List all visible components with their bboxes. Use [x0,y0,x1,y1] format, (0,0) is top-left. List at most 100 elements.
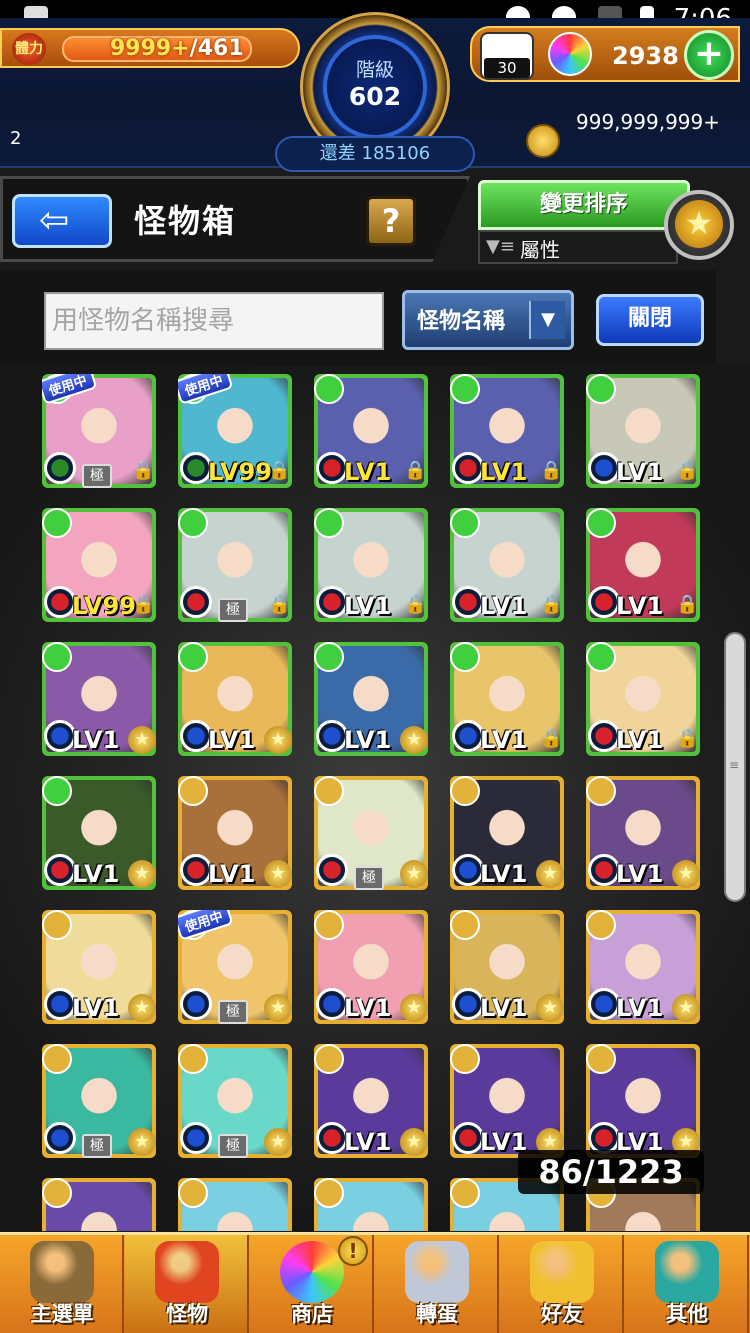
exp-remaining: 還差 185106 [275,136,475,172]
attribute-orb-icon [180,988,212,1020]
element-badge-icon [314,642,344,672]
level-label: LV1 [72,726,120,754]
monster-card[interactable]: LV1 ★ [42,910,156,1024]
monster-card[interactable]: LV1 ★ [314,910,428,1024]
nav-label: 轉蛋 [416,1302,458,1326]
monster-card[interactable]: LV1 ★ [178,776,292,890]
element-badge-icon [314,1178,344,1208]
grid-scrollbar[interactable]: ≡ [724,632,746,902]
monster-card[interactable]: LV1 🔒 [314,374,428,488]
element-badge-icon [42,1178,72,1208]
level-label: LV1 [208,726,256,754]
level-label: LV1 [72,994,120,1022]
monster-card[interactable] [42,1178,156,1231]
help-button[interactable]: ? [366,196,416,246]
monster-card[interactable]: LV1 🔒 [586,374,700,488]
monster-card[interactable]: LV1 ★ [42,642,156,756]
element-badge-icon [586,910,616,940]
nav-item[interactable]: 好友 [500,1235,624,1333]
level-label: LV1 [344,592,392,620]
element-badge-icon [586,642,616,672]
star-badge-icon: ★ [672,994,700,1022]
filter-dropdown[interactable]: ▼≡ 屬性 [478,230,678,264]
nav-item[interactable]: 主選單 [0,1235,124,1333]
nav-label: 主選單 [30,1302,94,1326]
small-orb-count: 30 [484,58,530,78]
change-sort-button[interactable]: 變更排序 [478,180,690,230]
monster-card[interactable]: LV1 ★ [586,910,700,1024]
monster-card[interactable]: LV1 ★ [450,910,564,1024]
orb-panel[interactable]: 30 2938 + [470,26,740,82]
level-label: LV1 [616,860,664,888]
orb-icon [280,1241,344,1303]
coin-count: 999,999,999+ [576,110,720,134]
lock-icon: 🔒 [676,460,699,481]
level-label: LV99 [72,592,136,620]
star-badge-icon: ★ [128,726,156,754]
monster-card[interactable]: LV99 🔒 [42,508,156,622]
search-type-select[interactable]: 怪物名稱 ▼ [402,290,574,350]
attribute-orb-icon [316,854,348,886]
lock-icon: 🔒 [540,460,563,481]
monster-grid: 極 🔒 使用中 LV99 🔒 使用中 LV1 🔒 LV1 🔒 LV1 🔒 LV99 🔒 極 🔒 LV1 🔒 LV1 🔒… [0,366,750,1231]
monster-card[interactable]: LV1 🔒 [450,508,564,622]
nav-item[interactable]: 其他 [625,1235,749,1333]
element-badge-icon [586,508,616,538]
favorite-star-button[interactable]: ★ [664,190,734,260]
lock-icon: 🔒 [676,594,699,615]
star-badge-icon: ★ [400,860,428,888]
element-badge-icon [314,776,344,806]
monster-card[interactable]: 極 🔒 使用中 [42,374,156,488]
monster-card[interactable]: LV1 🔒 [450,642,564,756]
star-badge-icon: ★ [264,1128,292,1156]
nav-item[interactable]: 怪物 [125,1235,249,1333]
monster-card[interactable]: LV1 ★ [178,642,292,756]
monster-card[interactable] [178,1178,292,1231]
monster-card[interactable]: LV1 🔒 [450,374,564,488]
star-icon: ★ [675,200,723,248]
level-label: LV1 [344,458,392,486]
monster-card[interactable]: LV1 🔒 [586,642,700,756]
stamina-bar[interactable]: 體力 9999+/461 [0,28,300,68]
star-badge-icon: ★ [264,994,292,1022]
left-indicator-number: 2 [10,128,22,149]
castle-icon [30,1241,94,1303]
lock-icon: 🔒 [540,728,563,749]
monster-card[interactable]: 極 ★ 使用中 [178,910,292,1024]
element-badge-icon [178,642,208,672]
monster-card[interactable]: LV1 ★ [314,642,428,756]
attribute-orb-icon [44,1122,76,1154]
element-badge-icon [450,910,480,940]
nav-label: 怪物 [166,1302,208,1326]
chevron-down-icon: ▼ [529,301,565,339]
monster-card[interactable]: LV1 🔒 [586,508,700,622]
add-orb-button[interactable]: + [684,30,734,80]
monster-search-input[interactable]: 用怪物名稱搜尋 [44,292,384,350]
nav-label: 其他 [666,1302,708,1326]
monster-card[interactable]: LV1 ★ [450,776,564,890]
element-badge-icon [42,1044,72,1074]
monster-card[interactable]: LV1 ★ [586,1044,700,1158]
back-button[interactable]: ⇦ [12,194,112,248]
monster-card[interactable]: 極 ★ [178,1044,292,1158]
monster-card[interactable]: LV1 ★ [586,776,700,890]
monster-card[interactable]: LV1 ★ [450,1044,564,1158]
monster-card[interactable]: 極 ★ [314,776,428,890]
small-orb-icon: 30 [480,32,534,80]
monster-card[interactable] [314,1178,428,1231]
monster-card[interactable]: LV99 🔒 使用中 [178,374,292,488]
scroll-grip-icon: ≡ [729,758,740,772]
monster-card[interactable]: LV1 🔒 [314,508,428,622]
monster-card[interactable]: LV1 ★ [42,776,156,890]
element-badge-icon [178,1044,208,1074]
element-badge-icon [314,374,344,404]
monster-card[interactable]: LV1 ★ [314,1044,428,1158]
monster-card[interactable]: 極 🔒 [178,508,292,622]
element-badge-icon [450,1178,480,1208]
close-search-button[interactable]: 關閉 [596,294,704,346]
element-badge-icon [314,1044,344,1074]
level-label: LV1 [480,726,528,754]
monster-card[interactable]: 極 ★ [42,1044,156,1158]
stamina-icon: 體力 [12,33,46,65]
nav-item[interactable]: 轉蛋 [375,1235,499,1333]
